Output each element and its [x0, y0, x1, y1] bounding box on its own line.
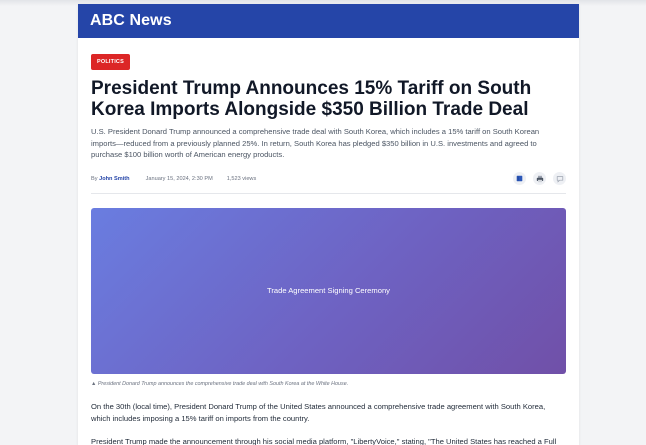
- comment-button[interactable]: [553, 172, 566, 185]
- bookmark-icon: [516, 175, 523, 182]
- article-content: POLITICS President Trump Announces 15% T…: [78, 38, 579, 445]
- meta-divider: [91, 192, 566, 194]
- article-actions: [513, 172, 566, 185]
- article-meta: By John Smith January 15, 2024, 2:30 PM …: [91, 171, 566, 187]
- print-button[interactable]: [533, 172, 546, 185]
- site-logo[interactable]: ABC News: [90, 12, 172, 30]
- byline: By John Smith: [91, 176, 130, 182]
- bookmark-button[interactable]: [513, 172, 526, 185]
- category-badge[interactable]: POLITICS: [91, 54, 130, 70]
- comment-icon: [556, 175, 563, 183]
- article-summary: U.S. President Donard Trump announced a …: [91, 127, 540, 159]
- hero-image-label: Trade Agreement Signing Ceremony: [267, 286, 390, 295]
- body-paragraph: President Trump made the announcement th…: [91, 436, 557, 445]
- image-caption: ▲ President Donard Trump announces the c…: [91, 380, 349, 387]
- view-count: 1,523 views: [226, 175, 257, 182]
- article-body: On the 30th (local time), President Dona…: [91, 401, 566, 445]
- print-icon: [536, 175, 543, 182]
- author-link[interactable]: John Smith: [99, 176, 129, 182]
- hero-figure: Trade Agreement Signing Ceremony ▲ Presi…: [91, 207, 566, 387]
- article-page: ABC News POLITICS President Trump Announ…: [78, 4, 579, 445]
- publish-date: January 15, 2024, 2:30 PM: [145, 175, 213, 182]
- site-header: ABC News: [78, 4, 579, 38]
- body-paragraph: On the 30th (local time), President Dona…: [91, 401, 546, 424]
- byline-prefix: By: [91, 175, 98, 182]
- article-headline: President Trump Announces 15% Tariff on …: [91, 78, 532, 120]
- hero-image: Trade Agreement Signing Ceremony: [91, 207, 566, 374]
